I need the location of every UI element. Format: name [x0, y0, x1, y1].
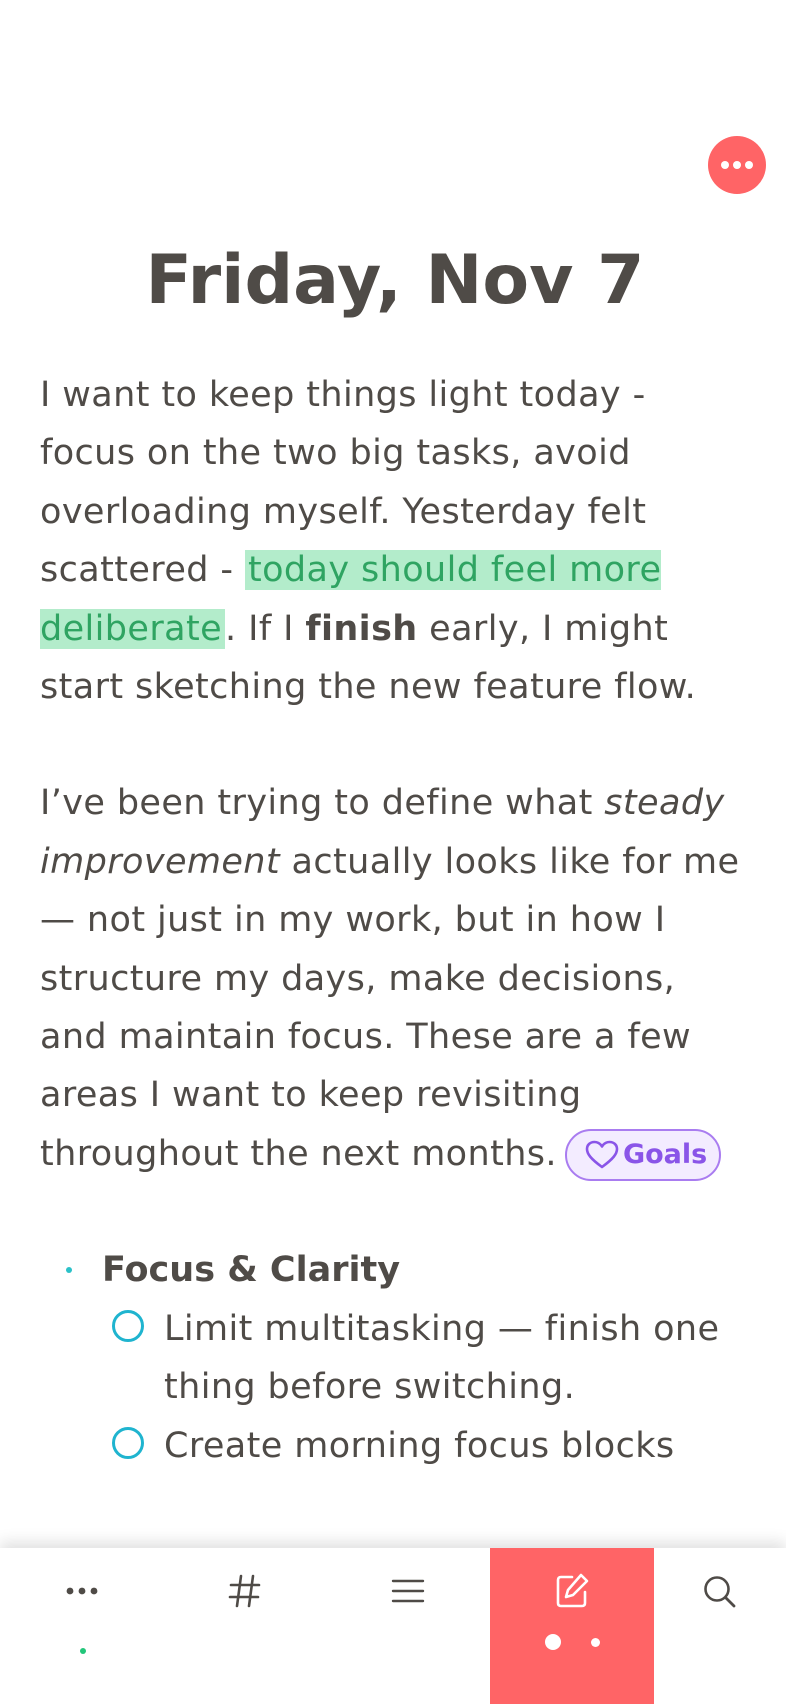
heart-icon — [585, 1140, 619, 1169]
page-dot — [590, 1637, 600, 1647]
paragraph-text: . If I — [225, 608, 306, 649]
edit-note-icon — [556, 1573, 589, 1608]
todo-text: Create morning focus blocks — [164, 1425, 675, 1466]
paragraph-text: I’ve been trying to define what — [40, 783, 605, 824]
tab-search[interactable] — [654, 1548, 786, 1704]
tab-more[interactable] — [0, 1548, 164, 1704]
goals-tag[interactable]: Goals — [564, 1128, 722, 1181]
note-editor[interactable]: Friday, Nov 7 I want to keep things ligh… — [40, 236, 750, 1475]
bottom-toolbar — [0, 1548, 786, 1704]
sync-status-dot — [80, 1648, 86, 1654]
page-title: Friday, Nov 7 — [145, 241, 645, 320]
list-heading: Focus & Clarity — [102, 1250, 401, 1291]
list-item[interactable]: Focus & Clarity — [40, 1241, 750, 1299]
todo-item[interactable]: Create morning focus blocks — [40, 1417, 750, 1475]
todo-text: Limit multitasking — finish one thing be… — [164, 1308, 720, 1408]
note-paragraph-2[interactable]: I’ve been trying to define what steady i… — [40, 774, 750, 1183]
search-icon — [704, 1576, 736, 1608]
page-dot-active — [544, 1634, 561, 1650]
tab-editor[interactable] — [490, 1548, 654, 1704]
more-horizontal-icon — [66, 1587, 98, 1595]
more-horizontal-icon — [721, 161, 753, 169]
bullet-dot-icon — [66, 1267, 72, 1274]
hashtag-icon — [228, 1574, 261, 1608]
paragraph-text: actually looks like for me — not just in… — [40, 841, 740, 1174]
note-list: Focus & Clarity Limit multitasking — fin… — [40, 1241, 750, 1475]
todo-checkbox[interactable] — [112, 1309, 144, 1342]
todo-item[interactable]: Limit multitasking — finish one thing be… — [40, 1300, 750, 1417]
menu-lines-icon — [391, 1579, 425, 1603]
more-options-button[interactable] — [708, 136, 766, 194]
todo-checkbox[interactable] — [112, 1426, 144, 1459]
tab-tags[interactable] — [164, 1548, 326, 1704]
page-indicator — [490, 1634, 654, 1650]
bold-text: finish — [305, 608, 418, 649]
note-paragraph-1[interactable]: I want to keep things light today - focu… — [40, 366, 750, 716]
tab-notes-list[interactable] — [326, 1548, 490, 1704]
tag-label: Goals — [622, 1138, 708, 1170]
